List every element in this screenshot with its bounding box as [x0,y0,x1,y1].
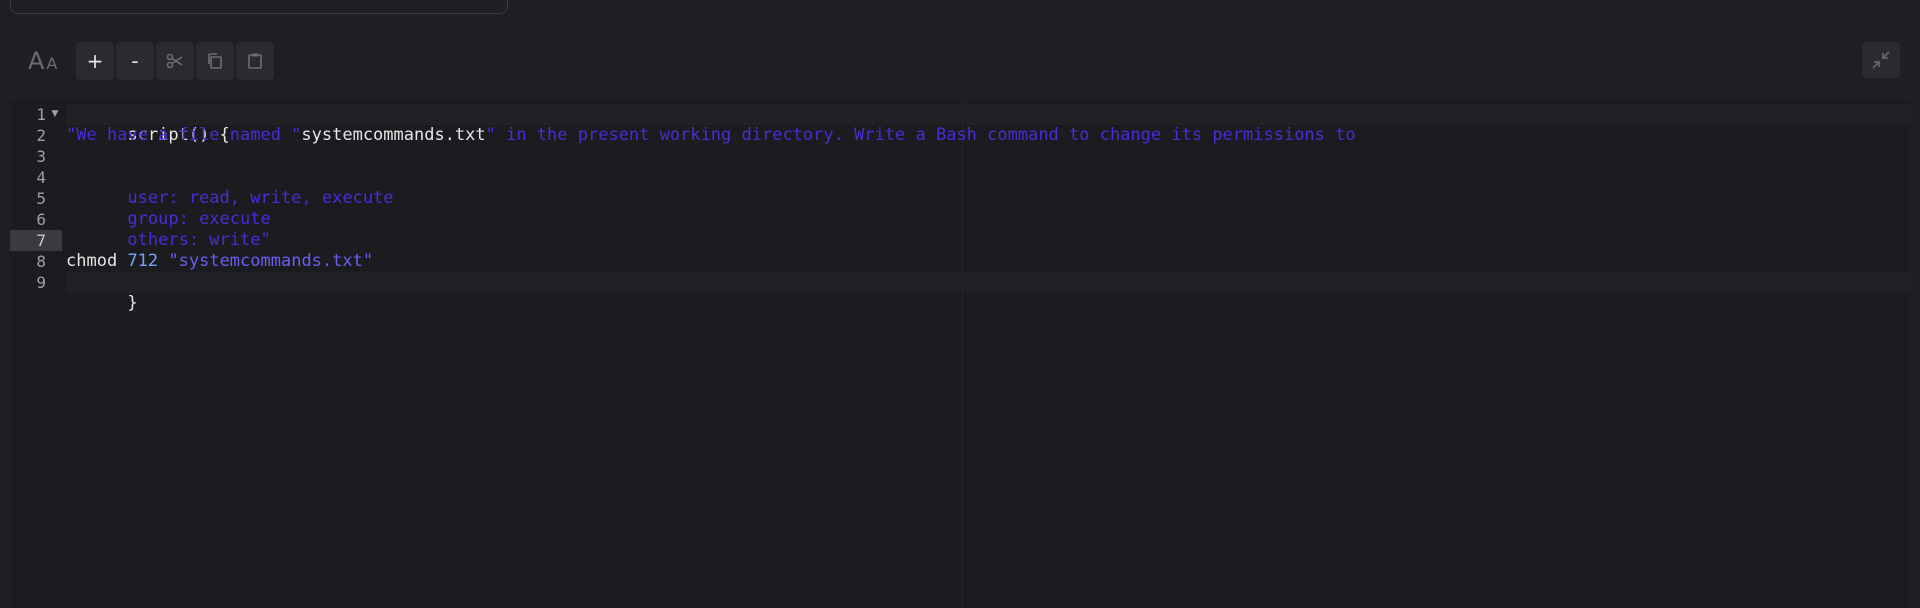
code-line-8: chmod 712 "systemcommands.txt" [66,251,373,272]
fold-arrow-icon[interactable]: ▼ [50,104,60,125]
zoom-in-button[interactable]: + [76,42,114,80]
code-editor[interactable]: 1 ▼ 2 3 4 5 6 7 8 9 script() { "We have … [10,100,1910,608]
code-token: systemcommands.txt [301,125,486,145]
font-size-icon[interactable]: A A [28,42,74,80]
code-content[interactable]: script() { "We have a file named "system… [66,100,1910,608]
code-line-5: group: execute [66,188,270,229]
code-line-1: script() { [66,104,229,145]
line-number: 9 [36,273,46,292]
cut-button[interactable] [156,42,194,80]
code-line-2: "We have a file named "systemcommands.tx… [66,125,1356,146]
string-token: " in the present working directory. Writ… [485,125,1356,145]
paste-button[interactable] [236,42,274,80]
code-token: } [127,293,138,313]
top-input-field[interactable] [10,0,508,14]
line-number-gutter: 1 ▼ 2 3 4 5 6 7 8 9 [10,100,62,608]
line-number: 4 [36,168,46,187]
code-token: chmod [66,251,128,271]
editor-toolbar: A A + - [28,42,274,80]
string-token: "We have a file named " [66,125,302,145]
line-number: 8 [36,252,46,271]
copy-button[interactable] [196,42,234,80]
line-number: 3 [36,147,46,166]
line-highlight [66,272,1910,293]
line-highlight [66,104,1910,125]
number-token: 712 [127,251,159,271]
font-size-big-glyph: A [28,47,45,75]
code-line-4: user: read, write, execute [66,167,393,208]
line-number: 2 [36,126,46,145]
copy-icon [208,53,222,69]
string-token: "systemcommands.txt" [168,251,374,271]
zoom-out-button[interactable]: - [116,42,154,80]
line-number-active: 7 [10,230,62,251]
collapse-editor-button[interactable] [1862,42,1900,78]
scissors-icon [166,53,183,69]
print-margin [962,100,963,608]
line-number: 5 [36,189,46,208]
collapse-icon [1872,51,1890,69]
code-line-9: } [66,272,137,313]
line-number: 6 [36,210,46,229]
code-line-6: others: write" [66,209,270,250]
clipboard-icon [248,53,262,69]
string-token: others: write" [127,230,271,250]
font-size-small-glyph: A [46,54,58,73]
